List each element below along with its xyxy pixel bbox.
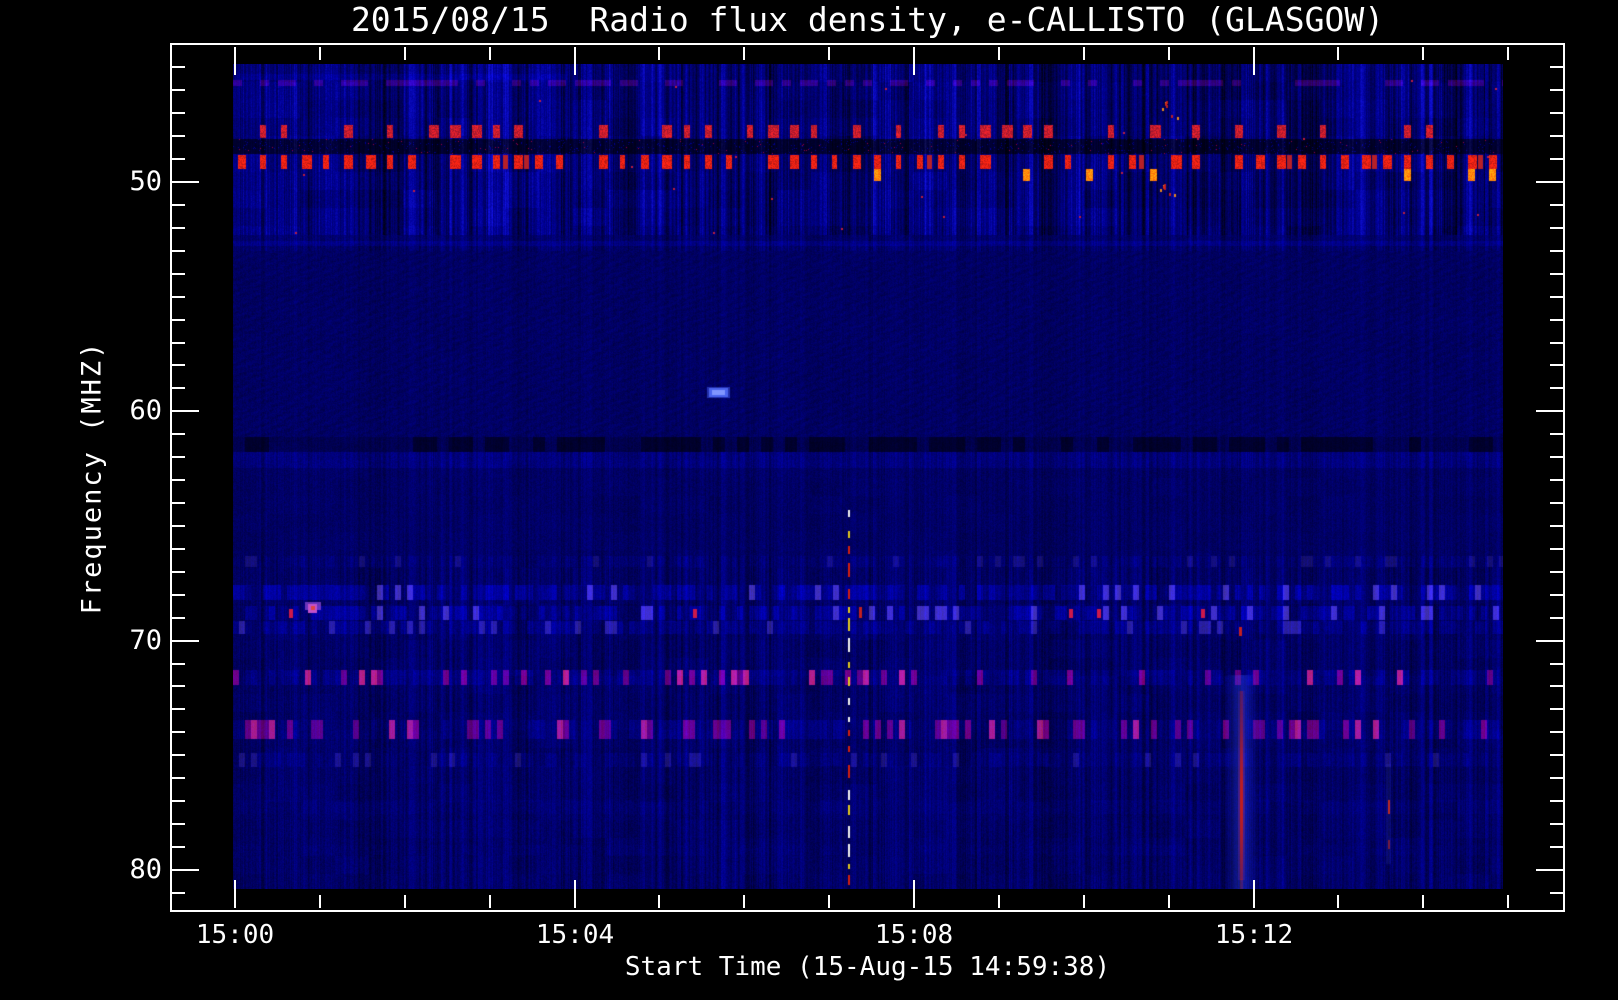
- y-axis-label-text: Frequency (MHZ): [76, 340, 108, 615]
- y-tick-label: 50: [129, 166, 162, 197]
- y-tick-label: 80: [129, 854, 162, 885]
- y-tick-label: 70: [129, 625, 162, 656]
- x-tick-label: 15:00: [195, 920, 275, 950]
- page-title: 2015/08/15 Radio flux density, e-CALLIST…: [350, 0, 1385, 39]
- x-axis-label: Start Time (15-Aug-15 14:59:38): [624, 952, 1111, 982]
- spectrogram-page: 2015/08/15 Radio flux density, e-CALLIST…: [0, 0, 1618, 1000]
- plot-border: [170, 43, 1565, 912]
- y-tick-label: 60: [129, 395, 162, 426]
- y-axis-label: Frequency (MHZ): [74, 43, 110, 912]
- x-tick-label: 15:12: [1214, 920, 1294, 950]
- x-tick-label: 15:08: [874, 920, 954, 950]
- x-tick-label: 15:04: [535, 920, 615, 950]
